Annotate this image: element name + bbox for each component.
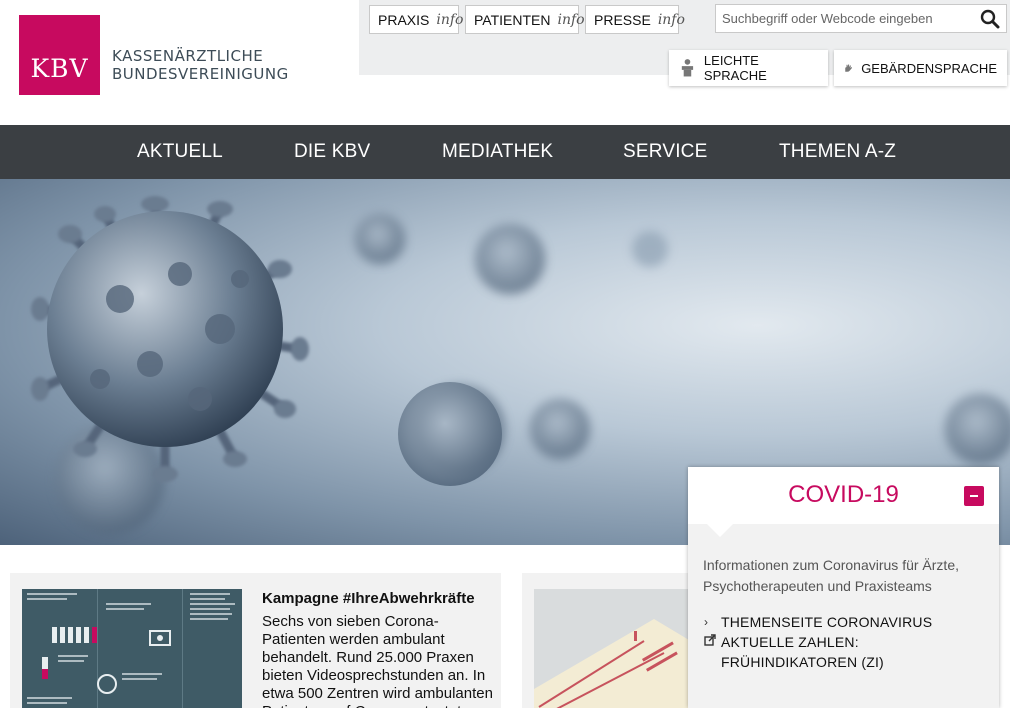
presse-info-suffix: info <box>657 11 685 28</box>
infographic-image <box>22 589 242 708</box>
campaign-text: Sechs von sieben Corona-Patienten werden… <box>262 613 493 708</box>
covid-panel-title: COVID-19 <box>788 481 899 508</box>
nav-item-service[interactable]: SERVICE <box>623 141 707 163</box>
praxis-info-label: PRAXIS <box>378 11 430 28</box>
nav-item-aktuell[interactable]: AKTUELL <box>137 141 223 163</box>
praxis-info-button[interactable]: PRAXIS info <box>369 5 463 34</box>
gebaerdensprache-button[interactable]: GEBÄRDENSPRACHE <box>834 50 1007 86</box>
nav-item-mediathek[interactable]: MEDIATHEK <box>442 141 553 163</box>
logo-line-2: BUNDESVEREINIGUNG <box>112 65 289 83</box>
presse-info-label: PRESSE <box>594 11 651 28</box>
logo-mark: KBV <box>30 54 89 83</box>
sick-note-photo <box>534 589 704 708</box>
patienten-info-button[interactable]: PATIENTEN info <box>465 5 585 34</box>
campaign-infographic[interactable] <box>22 589 242 708</box>
leichte-sprache-label: LEICHTE SPRACHE <box>703 53 767 83</box>
link-themenseite-coronavirus[interactable]: › THEMENSEITE CORONAVIRUS <box>704 612 933 632</box>
easy-language-icon <box>681 59 694 77</box>
link-aktuelle-zahlen-label: AKTUELLE ZAHLEN: FRÜHINDIKATOREN (ZI) <box>721 634 884 670</box>
patienten-info-suffix: info <box>557 11 585 28</box>
gebaerdensprache-label: GEBÄRDENSPRACHE <box>861 60 997 76</box>
covid-panel: COVID-19 Informationen zum Coronavirus f… <box>688 467 999 708</box>
chevron-right-icon: › <box>704 615 709 629</box>
external-link-icon <box>704 632 718 652</box>
campaign-title[interactable]: Kampagne #IhreAbwehrkräfte <box>262 590 475 607</box>
kbv-logo[interactable]: KBV <box>19 15 100 95</box>
main-navigation: AKTUELL DIE KBV MEDIATHEK SERVICE THEMEN… <box>0 125 1010 179</box>
sign-language-icon <box>845 64 853 72</box>
leichte-sprache-button[interactable]: LEICHTE SPRACHE <box>669 50 828 86</box>
praxis-info-suffix: info <box>436 11 464 28</box>
panel-pointer <box>706 523 734 537</box>
collapse-icon[interactable] <box>964 486 984 506</box>
search-icon[interactable] <box>980 9 1000 29</box>
logo-line-1: KASSENÄRZTLICHE <box>112 47 264 65</box>
patienten-info-label: PATIENTEN <box>474 11 551 28</box>
page: KBV KASSENÄRZTLICHE BUNDESVEREINIGUNG PR… <box>0 0 1010 708</box>
search-box <box>715 4 1007 33</box>
logo-wordmark[interactable]: KASSENÄRZTLICHE BUNDESVEREINIGUNG <box>112 47 289 83</box>
nav-item-themen-a-z[interactable]: THEMEN A-Z <box>779 141 896 163</box>
nav-item-die-kbv[interactable]: DIE KBV <box>294 141 370 163</box>
link-aktuelle-zahlen[interactable]: AKTUELLE ZAHLEN: FRÜHINDIKATOREN (ZI) <box>704 632 961 672</box>
covid-panel-header[interactable]: COVID-19 <box>688 467 999 524</box>
covid-panel-description: Informationen zum Coronavirus für Ärzte,… <box>703 557 959 594</box>
sick-note-image[interactable] <box>534 589 704 708</box>
search-input[interactable] <box>716 5 971 32</box>
presse-info-button[interactable]: PRESSE info <box>585 5 685 34</box>
link-themenseite-label: THEMENSEITE CORONAVIRUS <box>721 614 933 630</box>
